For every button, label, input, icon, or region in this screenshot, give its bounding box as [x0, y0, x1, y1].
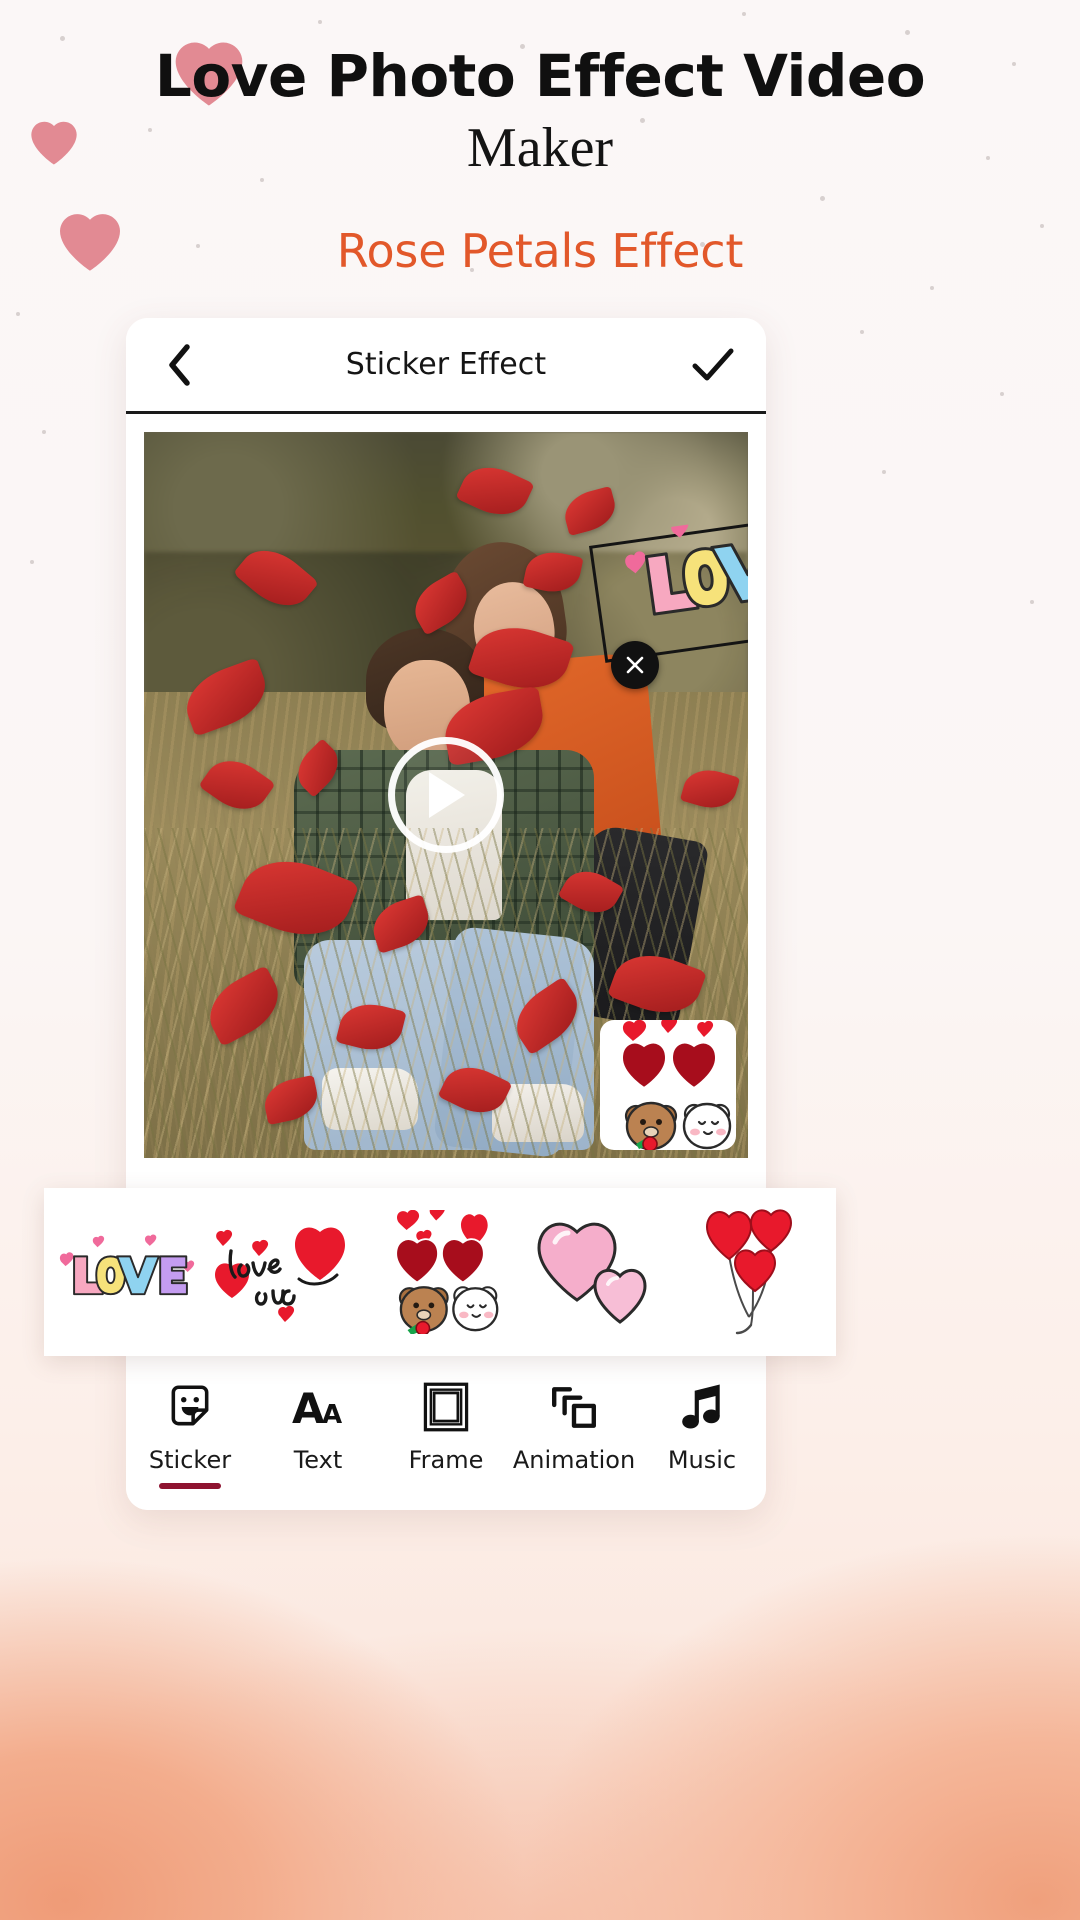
- placed-sticker-bear-bunny[interactable]: [600, 1016, 736, 1152]
- tab-sticker-label: Sticker: [148, 1446, 232, 1474]
- check-icon: [692, 348, 734, 380]
- sticker-option-bear-bunny-couple[interactable]: [361, 1188, 519, 1356]
- pink-double-heart-icon: [537, 1222, 647, 1324]
- heart-balloons-icon: [705, 1209, 792, 1335]
- play-icon: [429, 772, 465, 818]
- frame-icon: [421, 1380, 471, 1434]
- chevron-left-icon: [169, 343, 190, 386]
- bear-bunny-sticker-icon: [600, 1016, 736, 1152]
- confirm-button[interactable]: [686, 338, 740, 392]
- tab-music[interactable]: Music: [638, 1380, 766, 1489]
- love-sticker-icon: [625, 519, 748, 616]
- sticker-option-love-letters[interactable]: [44, 1188, 202, 1356]
- tab-frame[interactable]: Frame: [382, 1380, 510, 1489]
- sticker-picker-strip[interactable]: [44, 1188, 836, 1356]
- sticker-option-heart-balloons[interactable]: [678, 1188, 836, 1356]
- promo-title-line1: Love Photo Effect Video: [154, 42, 926, 110]
- tab-active-indicator: [159, 1483, 221, 1489]
- tab-music-label: Music: [667, 1446, 737, 1474]
- close-icon: [626, 656, 644, 674]
- photo-canvas[interactable]: [144, 432, 748, 1158]
- tab-text-label: Text: [293, 1446, 343, 1474]
- love-sticker-icon: [60, 1234, 195, 1296]
- app-header: Sticker Effect: [126, 318, 766, 414]
- bottom-tab-bar: Sticker A A Text Frame Animation Music: [126, 1358, 766, 1510]
- tab-animation[interactable]: Animation: [510, 1380, 638, 1489]
- text-icon: A A: [291, 1380, 345, 1434]
- sticker-option-pink-double-heart[interactable]: [519, 1188, 677, 1356]
- sticker-delete-handle[interactable]: [611, 641, 659, 689]
- promo-subtitle: Rose Petals Effect: [336, 224, 744, 279]
- sticker-option-love-you-script[interactable]: [202, 1188, 360, 1356]
- svg-text:A: A: [292, 1384, 325, 1432]
- page-title: Sticker Effect: [345, 347, 547, 382]
- promo-title-line2: Maker: [466, 116, 614, 179]
- tab-text[interactable]: A A Text: [254, 1380, 382, 1489]
- music-note-icon: [678, 1380, 726, 1434]
- promo-headline: Love Photo Effect Video Maker Rose Petal…: [0, 42, 1080, 279]
- play-button[interactable]: [388, 737, 504, 853]
- animation-icon: [548, 1380, 600, 1434]
- tab-frame-label: Frame: [408, 1446, 484, 1474]
- sticker-icon: [165, 1380, 215, 1434]
- svg-text:A: A: [322, 1400, 342, 1430]
- tab-animation-label: Animation: [512, 1446, 636, 1474]
- love-you-sticker-icon: [214, 1227, 345, 1322]
- tab-sticker[interactable]: Sticker: [126, 1380, 254, 1489]
- bear-bunny-sticker-icon: [395, 1210, 499, 1334]
- back-button[interactable]: [152, 338, 206, 392]
